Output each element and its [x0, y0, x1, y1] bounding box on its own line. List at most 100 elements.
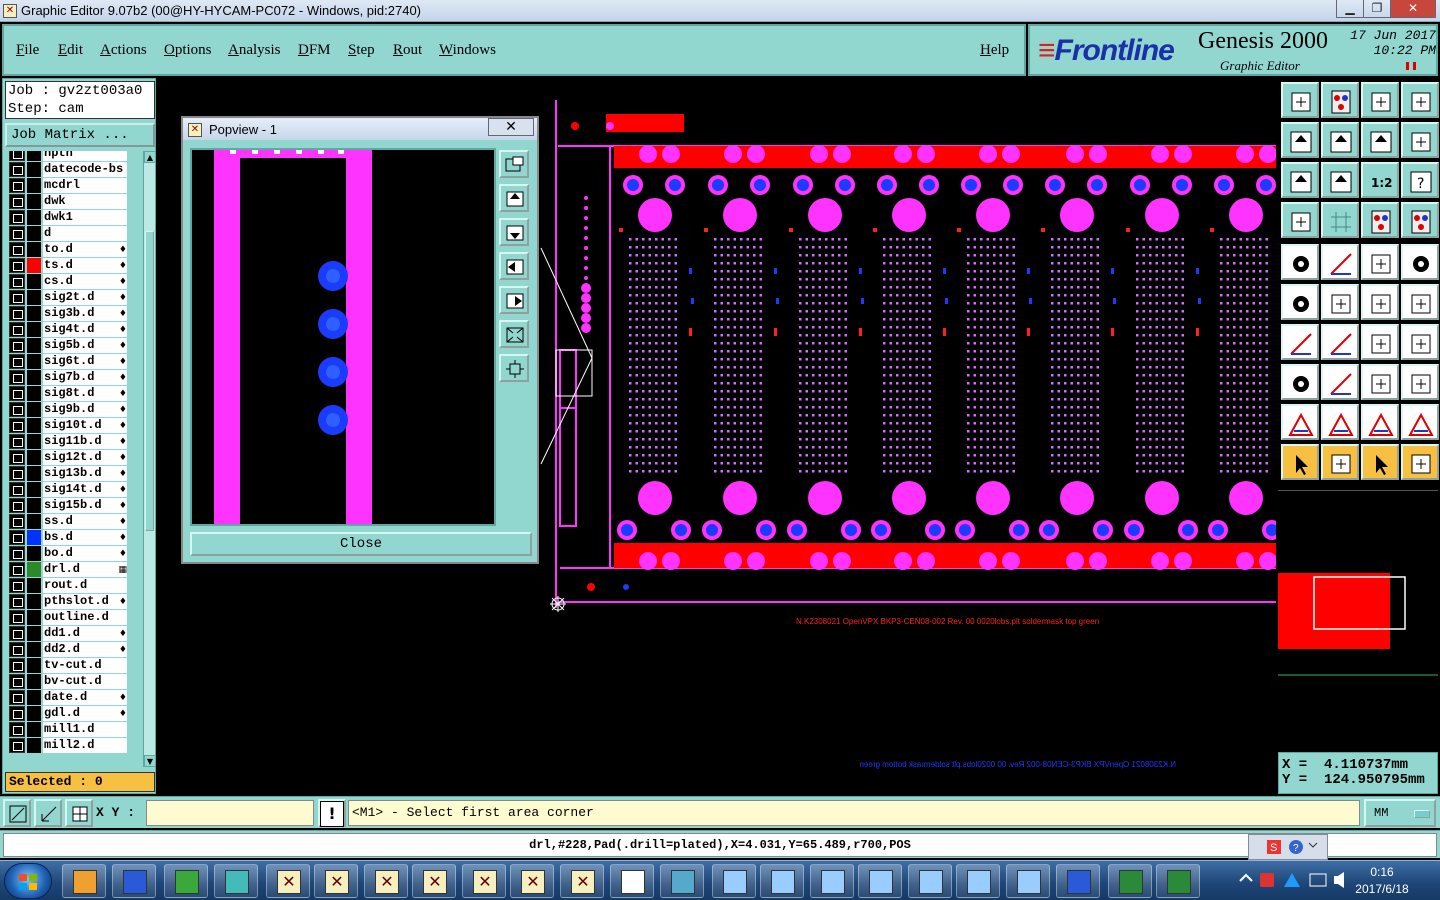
layer-row[interactable]: sig13b.d ♦	[5, 465, 143, 481]
layer-row[interactable]: sig10t.d ♦	[5, 417, 143, 433]
layer-checkbox[interactable]	[9, 162, 25, 177]
layer-row[interactable]: sig9b.d ♦	[5, 401, 143, 417]
layer-checkbox[interactable]	[9, 386, 25, 401]
layer-stack-alt-icon[interactable]	[1401, 202, 1439, 238]
layer-color-swatch[interactable]	[27, 151, 41, 161]
layer-name[interactable]: sig11b.d ♦	[43, 434, 127, 449]
popview-pan-right-icon[interactable]	[499, 286, 529, 314]
taskbar-shell-icon[interactable]	[62, 864, 106, 898]
layer-checkbox[interactable]	[9, 594, 25, 609]
layer-checkbox[interactable]	[9, 370, 25, 385]
scale-1to2-icon[interactable]: 1:2	[1361, 162, 1399, 198]
taskbar-folder-icon[interactable]	[712, 864, 756, 898]
pan-left-icon[interactable]	[1281, 122, 1319, 158]
layer-row[interactable]: rout.d	[5, 577, 143, 593]
layer-checkbox[interactable]	[9, 194, 25, 209]
layer-checkbox[interactable]	[9, 706, 25, 721]
layer-name[interactable]: bv-cut.d	[43, 674, 127, 689]
popview-canvas[interactable]	[190, 148, 496, 526]
menu-analysis[interactable]: Analysis	[228, 42, 281, 59]
layer-color-swatch[interactable]	[27, 450, 41, 465]
select-box-icon[interactable]	[1321, 444, 1359, 480]
layer-checkbox[interactable]	[9, 274, 25, 289]
popview-pan-up-icon[interactable]	[499, 184, 529, 212]
layer-checkbox[interactable]	[9, 354, 25, 369]
taskbar-excel-icon[interactable]	[1108, 864, 1152, 898]
layer-name[interactable]: outline.d	[43, 610, 127, 625]
layer-color-swatch[interactable]	[27, 226, 41, 241]
layer-color-swatch[interactable]	[27, 322, 41, 337]
layer-color-swatch[interactable]	[27, 738, 41, 753]
layer-name[interactable]: d	[43, 226, 127, 241]
layer-row[interactable]: dd2.d ♦	[5, 641, 143, 657]
layer-name[interactable]: sig13b.d ♦	[43, 466, 127, 481]
ruler-icon[interactable]	[1361, 244, 1399, 280]
layer-color-swatch[interactable]	[27, 386, 41, 401]
layer-row[interactable]: mill1.d	[5, 721, 143, 737]
layer-name[interactable]: ts.d ♦	[43, 258, 127, 273]
layer-color-swatch[interactable]	[27, 482, 41, 497]
layer-name[interactable]: tv-cut.d	[43, 658, 127, 673]
layer-checkbox[interactable]	[9, 642, 25, 657]
layer-row[interactable]: dwk	[5, 193, 143, 209]
pointer-icon[interactable]	[1281, 444, 1319, 480]
layer-checkbox[interactable]	[9, 418, 25, 433]
scroll-down-icon[interactable]: ▼	[144, 755, 156, 767]
layer-name[interactable]: sig14t.d ♦	[43, 482, 127, 497]
layer-color-swatch[interactable]	[27, 178, 41, 193]
popview-close-button[interactable]: Close	[190, 532, 532, 556]
layer-row[interactable]: bo.d ♦	[5, 545, 143, 561]
layer-checkbox[interactable]	[9, 338, 25, 353]
menu-actions[interactable]: Actions	[100, 42, 147, 59]
line-icon[interactable]	[1321, 244, 1359, 280]
layer-name[interactable]: dd1.d ♦	[43, 626, 127, 641]
zoom-fit-icon[interactable]	[1361, 122, 1399, 158]
circle-pad-icon[interactable]	[1401, 244, 1439, 280]
pointer-circle-icon[interactable]	[1361, 444, 1399, 480]
layer-checkbox[interactable]	[9, 562, 25, 577]
layer-checkbox[interactable]	[9, 482, 25, 497]
arc-icon[interactable]	[1361, 404, 1399, 440]
layer-row[interactable]: bv-cut.d	[5, 673, 143, 689]
menu-windows[interactable]: Windows	[439, 42, 496, 59]
layer-color-swatch[interactable]	[27, 578, 41, 593]
taskbar-folder-icon[interactable]	[810, 864, 854, 898]
help-query-icon[interactable]: ?	[1401, 162, 1439, 198]
layer-name[interactable]: mcdrl	[43, 178, 127, 193]
layer-name[interactable]: cs.d ♦	[43, 274, 127, 289]
layer-checkbox[interactable]	[9, 322, 25, 337]
layer-row[interactable]: to.d ♦	[5, 241, 143, 257]
taskbar-frontline-icon[interactable]	[164, 864, 208, 898]
layer-checkbox[interactable]	[9, 674, 25, 689]
layer-color-swatch[interactable]	[27, 594, 41, 609]
units-select[interactable]: MM	[1364, 799, 1436, 827]
triangle-pin-icon[interactable]	[1321, 404, 1359, 440]
layer-checkbox[interactable]	[9, 151, 25, 161]
move-point-icon[interactable]	[1361, 284, 1399, 320]
layer-row[interactable]: date.d ♦	[5, 689, 143, 705]
menu-dfm[interactable]: DFM	[298, 42, 331, 59]
layer-color-swatch[interactable]	[27, 434, 41, 449]
layer-color-swatch[interactable]	[27, 546, 41, 561]
layer-checkbox[interactable]	[9, 530, 25, 545]
layer-checkbox[interactable]	[9, 466, 25, 481]
taskbar-genesis-window-icon[interactable]: ✕	[412, 864, 456, 898]
redraw-icon[interactable]	[1401, 122, 1439, 158]
layer-row[interactable]: sig4t.d ♦	[5, 321, 143, 337]
popview-pan-left-icon[interactable]	[499, 252, 529, 280]
layer-name[interactable]: datecode-bs	[43, 162, 127, 177]
popview-close-x-button[interactable]: ✕	[488, 118, 534, 136]
taskbar-genesis-window-icon[interactable]: ✕	[266, 864, 310, 898]
layer-name[interactable]: dwk1	[43, 210, 127, 225]
units-dropdown-icon[interactable]	[1414, 810, 1430, 818]
layer-color-swatch[interactable]	[27, 658, 41, 673]
layer-name[interactable]: date.d ♦	[43, 690, 127, 705]
popview-zoom-out-icon[interactable]	[499, 320, 529, 348]
layer-color-swatch[interactable]	[27, 306, 41, 321]
layer-name[interactable]: npth	[43, 151, 127, 161]
layer-name[interactable]: rout.d	[43, 578, 127, 593]
layer-color-swatch[interactable]	[27, 626, 41, 641]
layer-color-swatch[interactable]	[27, 642, 41, 657]
taskbar-document-icon[interactable]	[610, 864, 654, 898]
start-button[interactable]	[4, 863, 52, 899]
